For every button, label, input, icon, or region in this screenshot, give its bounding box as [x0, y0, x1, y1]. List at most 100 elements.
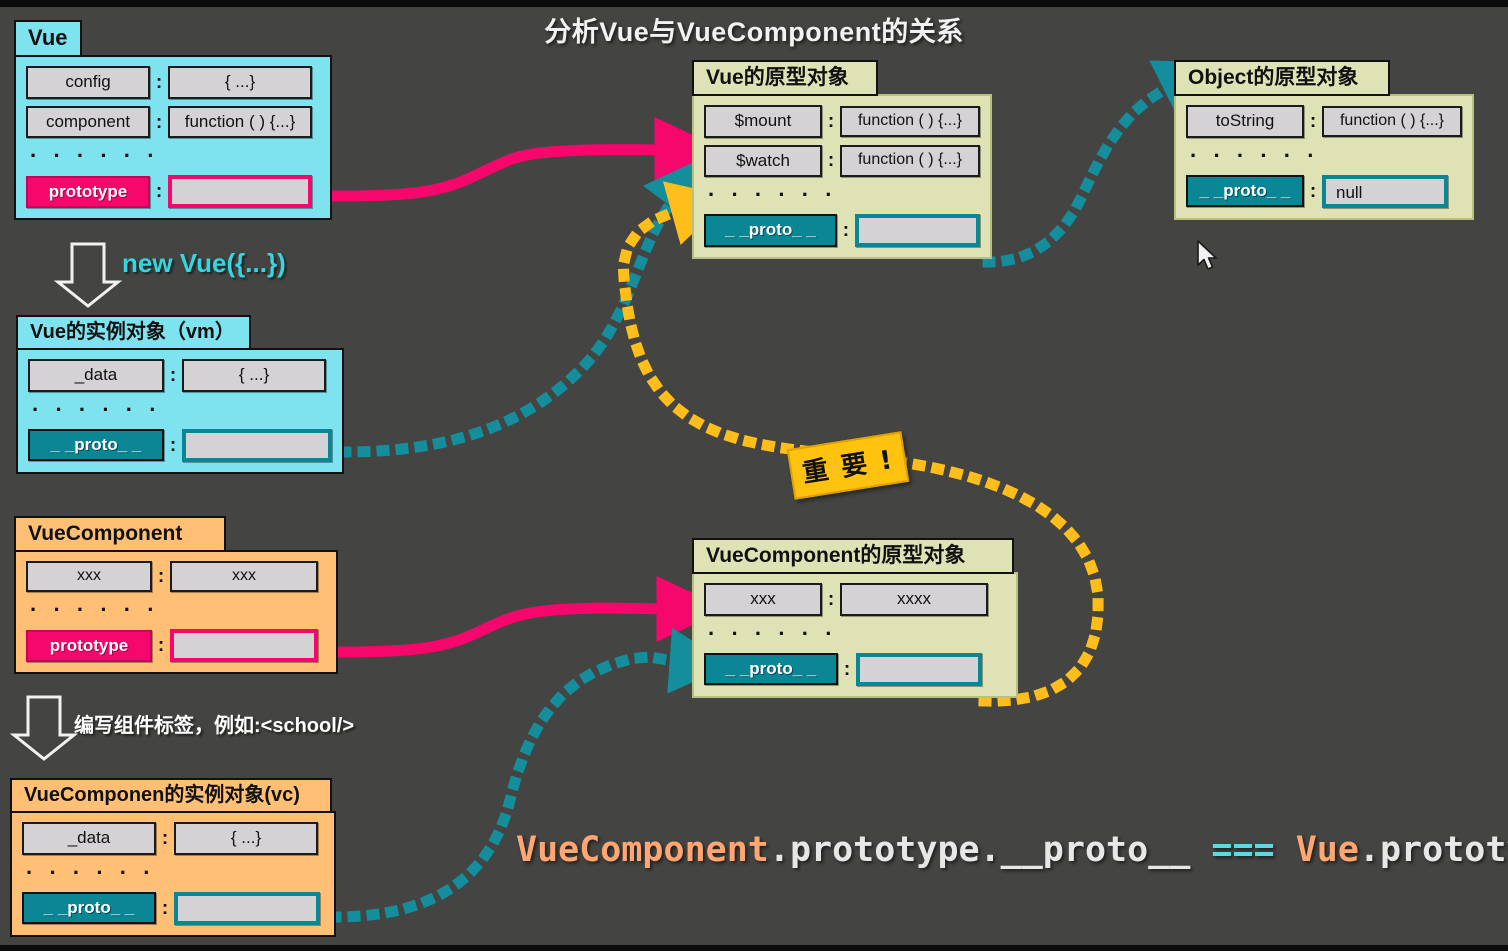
arrow-vm-proto-to-vue-proto-object [338, 156, 707, 458]
colon: : [169, 364, 177, 386]
card-vue-prototype-object-title: Vue的原型对象 [692, 60, 878, 97]
colon: : [155, 111, 163, 133]
cell-value-proto: null [1322, 174, 1448, 208]
code-vuecomponent: VueComponent [516, 830, 769, 870]
cell-value-proto [856, 652, 982, 686]
diagram-canvas: 分析Vue与VueComponent的关系 Vue config : { ...… [0, 0, 1508, 951]
cell-key: $mount [704, 105, 822, 138]
colon: : [1309, 180, 1317, 202]
ellipsis: · · · · · · [32, 396, 162, 422]
code-prototype-proto: .prototype.__proto__ [768, 830, 1191, 870]
colon: : [155, 71, 163, 93]
arrow-vc-proto-to-vuecomponent-proto-object [328, 627, 732, 923]
table-row: toString : function ( ) {...} [1186, 105, 1462, 138]
cell-key-proto: _ _proto_ _ [28, 428, 164, 462]
cell-key: xxx [704, 583, 822, 616]
card-vuecomponent-prototype-object: VueComponent的原型对象 xxx : xxxx · · · · · ·… [692, 538, 1018, 698]
colon: : [155, 181, 163, 203]
cell-key-prototype: prototype [26, 629, 152, 663]
table-row: _data : { ...} [22, 822, 324, 855]
ellipsis: · · · · · · [26, 859, 156, 885]
table-row-proto: _ _proto_ _ : [704, 214, 980, 248]
colon: : [1309, 110, 1317, 132]
cell-key: config [26, 66, 150, 99]
cell-key-prototype: prototype [26, 175, 150, 209]
card-object-prototype-object: Object的原型对象 toString : function ( ) {...… [1174, 60, 1474, 220]
cell-value-prototype [170, 629, 318, 663]
table-row: xxx : xxx [26, 561, 326, 593]
cell-key: xxx [26, 561, 152, 593]
cell-value: function ( ) {...} [1322, 105, 1462, 138]
cell-value: function ( ) {...} [168, 105, 312, 139]
card-vue: Vue config : { ...} component : function… [14, 20, 332, 221]
ellipsis: · · · · · · [708, 620, 838, 646]
table-row-proto: _ _proto_ _ : [28, 428, 332, 462]
table-row: component : function ( ) {...} [26, 105, 320, 139]
label-new-vue: new Vue({...}) [122, 248, 286, 278]
cell-key-proto: _ _proto_ _ [704, 652, 838, 686]
table-row: $mount : function ( ) {...} [704, 105, 980, 138]
colon: : [842, 220, 850, 242]
table-row-prototype: prototype : [26, 629, 326, 663]
cell-value: xxx [170, 561, 318, 593]
card-vm: Vue的实例对象（vm） _data : { ...} · · · · · · … [16, 315, 344, 474]
cell-value-prototype [168, 175, 312, 209]
card-vue-prototype-object: Vue的原型对象 $mount : function ( ) {...} $wa… [692, 60, 992, 260]
cell-value: function ( ) {...} [840, 145, 980, 177]
table-row: config : { ...} [26, 66, 320, 99]
cell-key-proto: _ _proto_ _ [22, 891, 156, 925]
ellipsis: · · · · · · [30, 597, 160, 623]
cell-value-proto [174, 891, 320, 925]
cell-value-proto [182, 428, 332, 462]
cell-key-proto: _ _proto_ _ [1186, 174, 1304, 208]
colon: : [827, 110, 835, 132]
code-strict-equals: === [1211, 830, 1275, 870]
colon: : [843, 658, 851, 680]
card-vuecomponent-prototype-object-title: VueComponent的原型对象 [692, 538, 1014, 575]
cell-value: { ...} [182, 359, 326, 392]
ellipsis: · · · · · · [30, 143, 160, 169]
ellipsis: · · · · · · [708, 182, 838, 208]
mouse-cursor-icon [1197, 240, 1217, 270]
card-vc-title: VueComponen的实例对象(vc) [10, 778, 332, 813]
code-dot-prototype: .prototype [1358, 830, 1508, 870]
code-vue: Vue [1295, 830, 1359, 870]
colon: : [161, 897, 169, 919]
cell-key-proto: _ _proto_ _ [704, 214, 838, 247]
cell-key: _data [28, 359, 164, 392]
table-row-proto: _ _proto_ _ : [22, 891, 324, 925]
arrow-vueproto-proto-to-object-proto [982, 60, 1220, 268]
table-row: _data : { ...} [28, 359, 332, 392]
card-vm-title: Vue的实例对象（vm） [16, 315, 251, 350]
important-sticker: 重 要 ! [786, 431, 910, 500]
cell-value: { ...} [174, 822, 318, 855]
card-vue-title: Vue [14, 20, 82, 58]
table-row-proto: _ _proto_ _ : null [1186, 174, 1462, 208]
letterbox-bottom [0, 945, 1508, 951]
colon: : [157, 635, 165, 657]
cell-key: _data [22, 822, 156, 855]
colon: : [827, 588, 835, 610]
arrow-vuecomponent-prototype-to-vc-proto-object [312, 575, 727, 658]
arrow-vue-prototype-to-vue-proto-object [312, 116, 725, 202]
cell-key: component [26, 105, 150, 139]
colon: : [169, 434, 177, 456]
cell-key: toString [1186, 105, 1304, 138]
letterbox-top [0, 0, 1508, 7]
cell-value-proto [854, 214, 980, 248]
colon: : [157, 566, 165, 588]
cell-value: function ( ) {...} [840, 105, 980, 138]
card-vuecomponent-title: VueComponent [14, 516, 226, 553]
table-row-proto: _ _proto_ _ : [704, 652, 1006, 686]
table-row: $watch : function ( ) {...} [704, 144, 980, 178]
table-row-prototype: prototype : [26, 175, 320, 209]
colon: : [161, 827, 169, 849]
cell-value: { ...} [168, 66, 312, 99]
ellipsis: · · · · · · [1190, 142, 1320, 168]
colon: : [827, 150, 835, 172]
card-object-prototype-object-title: Object的原型对象 [1174, 60, 1390, 97]
code-line: VueComponent.prototype.__proto__ === Vue… [516, 830, 1508, 870]
label-write-tag: 编写组件标签，例如:<school/> [74, 715, 355, 737]
cell-value: xxxx [840, 583, 988, 616]
card-vc: VueComponen的实例对象(vc) _data : { ...} · · … [10, 778, 336, 937]
